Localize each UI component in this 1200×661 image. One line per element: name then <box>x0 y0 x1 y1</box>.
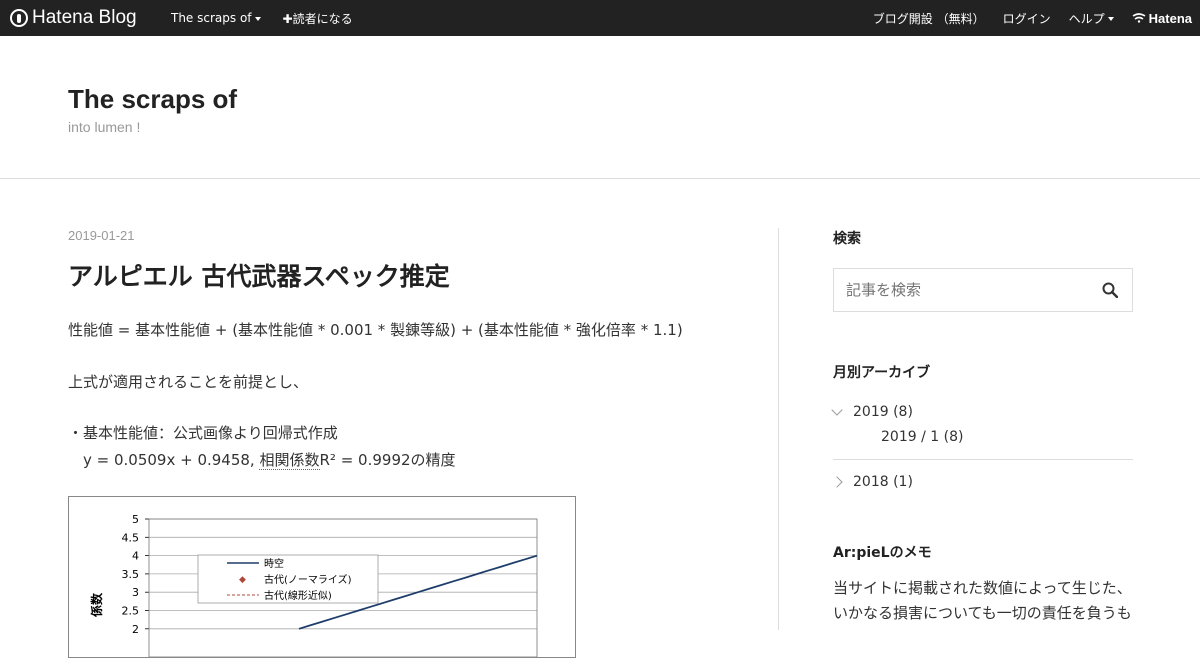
hatena-label: Hatena <box>1148 10 1192 26</box>
login-link[interactable]: ログイン <box>1003 10 1051 27</box>
keyword-link[interactable]: 相関係数 <box>259 451 320 470</box>
y-tick-label: 5 <box>132 513 139 526</box>
archive-divider <box>833 459 1133 460</box>
hatena-logo-icon <box>1132 13 1146 23</box>
y-tick-label: 4.5 <box>122 531 140 544</box>
archive-month-2019-1[interactable]: 2019 / 1 (8) <box>881 429 1133 445</box>
search-heading: 検索 <box>833 231 861 247</box>
logo-text: Hatena Blog <box>32 7 137 28</box>
help-label: ヘルプ <box>1068 11 1105 26</box>
hatena-blog-logo[interactable]: Hatena Blog <box>10 7 137 29</box>
search-input[interactable] <box>834 269 1088 311</box>
archive-year-label[interactable]: 2018 (1) <box>853 474 913 490</box>
premise-text: 上式が適用されることを前提とし、 <box>68 373 309 391</box>
y-tick-label: 2 <box>132 623 139 636</box>
chevron-down-icon[interactable] <box>831 404 843 416</box>
y-tick-label: 2.5 <box>122 605 140 618</box>
archive-year-2018[interactable]: 2018 (1) <box>831 474 1133 490</box>
legend-label: 古代(線形近似) <box>264 589 332 602</box>
entry-chart-image: 5 4.5 4 3.5 3 2.5 2 時空 ◆ 古代(ノーマライズ) 古代(線形近似) 係… <box>68 496 576 658</box>
y-tick-label: 3 <box>132 586 139 599</box>
help-menu-button[interactable]: ヘルプ <box>1069 10 1114 27</box>
subscribe-button[interactable]: ✚読者になる <box>283 10 353 27</box>
chevron-right-icon[interactable] <box>831 476 843 488</box>
y-axis-label: 係数 <box>89 592 104 617</box>
memo-line: いかなる損害についても一切の責任を負うも <box>833 604 1132 622</box>
blog-menu-label: The scraps of <box>171 11 252 25</box>
memo-line: 当サイトに掲載された数値によって生じた、 <box>833 579 1132 597</box>
chevron-down-icon <box>1107 17 1114 21</box>
bullet-text: ・基本性能値：公式画像より回帰式作成 <box>68 424 338 442</box>
open-blog-link[interactable]: ブログ開設 （無料） <box>873 10 985 27</box>
regression-equation: y = 0.0509x + 0.9458, <box>83 451 260 469</box>
archive-year-label[interactable]: 2019 (8) <box>853 404 913 420</box>
legend-label: 時空 <box>264 557 284 570</box>
chart-svg: 5 4.5 4 3.5 3 2.5 2 時空 ◆ 古代(ノーマライズ) 古代(線形近似) 係… <box>89 513 538 658</box>
legend-marker-swatch: ◆ <box>239 575 246 585</box>
blog-menu-button[interactable]: The scraps of <box>171 11 261 25</box>
y-tick-label: 4 <box>132 550 139 563</box>
legend-label: 古代(ノーマライズ) <box>264 573 352 586</box>
search-box <box>833 268 1133 312</box>
chevron-down-icon <box>254 16 261 21</box>
blog-description: into lumen ! <box>68 119 141 135</box>
archive-year-2019[interactable]: 2019 (8) <box>831 404 1133 420</box>
y-tick-label: 3.5 <box>122 568 140 581</box>
search-icon[interactable] <box>1102 282 1118 298</box>
formula-text: 性能値 = 基本性能値 + (基本性能値 * 0.001 * 製錬等級) + (… <box>68 321 683 339</box>
entry-date[interactable]: 2019-01-21 <box>68 228 758 243</box>
column-divider <box>778 228 779 630</box>
blog-title[interactable]: The scraps of <box>68 84 237 115</box>
sidebar: 検索 月別アーカイブ 2019 (8) 2019 / 1 (8) 2018 (1… <box>831 228 1133 626</box>
hatena-link[interactable]: Hatena <box>1132 11 1192 26</box>
entry-content: 2019-01-21 アルピエル 古代武器スペック推定 性能値 = 基本性能値 … <box>68 228 758 474</box>
entry-title[interactable]: アルピエル 古代武器スペック推定 <box>68 257 758 293</box>
regression-tail: R² = 0.9992の精度 <box>319 451 456 469</box>
global-header: Hatena Blog The scraps of ✚読者になる ブログ開設 （… <box>0 0 1200 36</box>
hatena-bulb-icon <box>10 9 28 27</box>
regression-text: y = 0.0509x + 0.9458, 相関係数R² = 0.9992の精度 <box>68 447 758 474</box>
archive-heading: 月別アーカイブ <box>833 365 931 381</box>
blog-title-area: The scraps of into lumen ! <box>0 36 1200 179</box>
memo-heading: Ar:pieLのメモ <box>833 545 932 561</box>
